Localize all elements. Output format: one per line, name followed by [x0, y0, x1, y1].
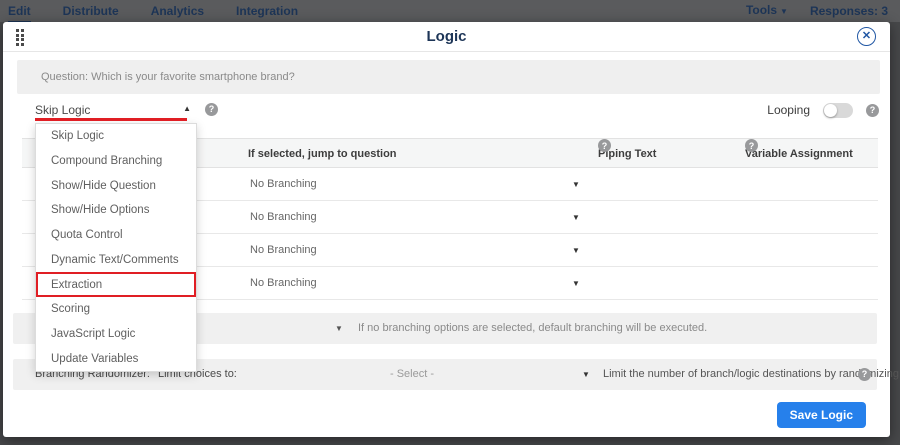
menu-item-show-hide-options[interactable]: Show/Hide Options — [36, 198, 196, 223]
question-bar: Question: Which is your favorite smartph… — [17, 60, 880, 94]
variable-assignment-label: Variable Assignment — [745, 139, 853, 169]
nav-item-integration[interactable]: Integration — [236, 1, 298, 21]
randomizer-note: Limit the number of branch/logic destina… — [603, 359, 900, 390]
branch-select[interactable]: No Branching — [250, 201, 590, 234]
toggle-knob — [824, 104, 837, 117]
nav-item-edit[interactable]: Edit — [8, 1, 31, 22]
branch-select[interactable]: No Branching — [250, 267, 590, 300]
nav-item-distribute[interactable]: Distribute — [63, 1, 119, 21]
modal-title: Logic — [3, 22, 890, 52]
annotation-underline-skip-logic — [35, 118, 187, 121]
tools-label: Tools — [746, 3, 777, 17]
save-logic-button[interactable]: Save Logic — [777, 402, 866, 428]
chevron-down-icon[interactable]: ▼ — [335, 313, 343, 344]
logic-modal: Logic ✕ Question: Which is your favorite… — [3, 22, 890, 437]
randomizer-select[interactable]: - Select - — [390, 359, 434, 390]
menu-item-update-variables[interactable]: Update Variables — [36, 346, 196, 371]
looping-label: Looping — [767, 103, 810, 117]
help-icon-piping[interactable]: ? — [598, 139, 611, 152]
close-icon[interactable]: ✕ — [857, 27, 876, 46]
top-nav-bar: Edit Distribute Analytics Integration To… — [0, 0, 900, 22]
chevron-down-icon[interactable]: ▼ — [572, 201, 580, 234]
chevron-down-icon[interactable]: ▼ — [582, 359, 590, 390]
looping-group: Looping ? — [767, 101, 879, 119]
tools-menu[interactable]: Tools▼ — [746, 0, 788, 22]
question-label: Question: Which is your favorite smartph… — [41, 71, 295, 83]
menu-item-compound-branching[interactable]: Compound Branching — [36, 149, 196, 174]
responses-count[interactable]: Responses: 3 — [810, 1, 888, 21]
branch-select[interactable]: No Branching — [250, 168, 590, 201]
chevron-up-icon: ▲ — [183, 104, 191, 113]
top-nav-right: Tools▼ Responses: 3 — [746, 0, 888, 22]
help-icon-variable[interactable]: ? — [745, 139, 758, 152]
help-icon-randomizer[interactable]: ? — [858, 368, 871, 381]
chevron-down-icon[interactable]: ▼ — [572, 267, 580, 300]
logic-type-select[interactable]: Skip Logic ▲ — [35, 101, 193, 119]
chevron-down-icon: ▼ — [780, 7, 788, 16]
looping-toggle[interactable] — [823, 103, 853, 118]
logic-type-menu: Skip Logic Compound Branching Show/Hide … — [35, 123, 197, 372]
nav-item-analytics[interactable]: Analytics — [151, 1, 204, 21]
chevron-down-icon[interactable]: ▼ — [572, 168, 580, 201]
branch-select[interactable]: No Branching — [250, 234, 590, 267]
menu-item-javascript-logic[interactable]: JavaScript Logic — [36, 322, 196, 347]
help-icon-looping[interactable]: ? — [866, 104, 879, 117]
menu-item-skip-logic[interactable]: Skip Logic — [36, 124, 196, 149]
top-nav-left: Edit Distribute Analytics Integration — [8, 1, 298, 22]
menu-item-scoring[interactable]: Scoring — [36, 297, 196, 322]
chevron-down-icon[interactable]: ▼ — [572, 234, 580, 267]
menu-item-quota-control[interactable]: Quota Control — [36, 223, 196, 248]
menu-item-dynamic-text-comments[interactable]: Dynamic Text/Comments — [36, 248, 196, 273]
logic-type-value: Skip Logic — [35, 103, 90, 117]
menu-item-extraction-label: Extraction — [51, 279, 102, 291]
help-icon-logic-type[interactable]: ? — [205, 103, 218, 116]
menu-item-extraction[interactable]: Extraction — [36, 272, 196, 297]
menu-item-show-hide-question[interactable]: Show/Hide Question — [36, 173, 196, 198]
default-branching-note: If no branching options are selected, de… — [358, 313, 707, 344]
header-jump-to-question: If selected, jump to question — [248, 139, 397, 169]
modal-header: Logic ✕ — [3, 22, 890, 52]
